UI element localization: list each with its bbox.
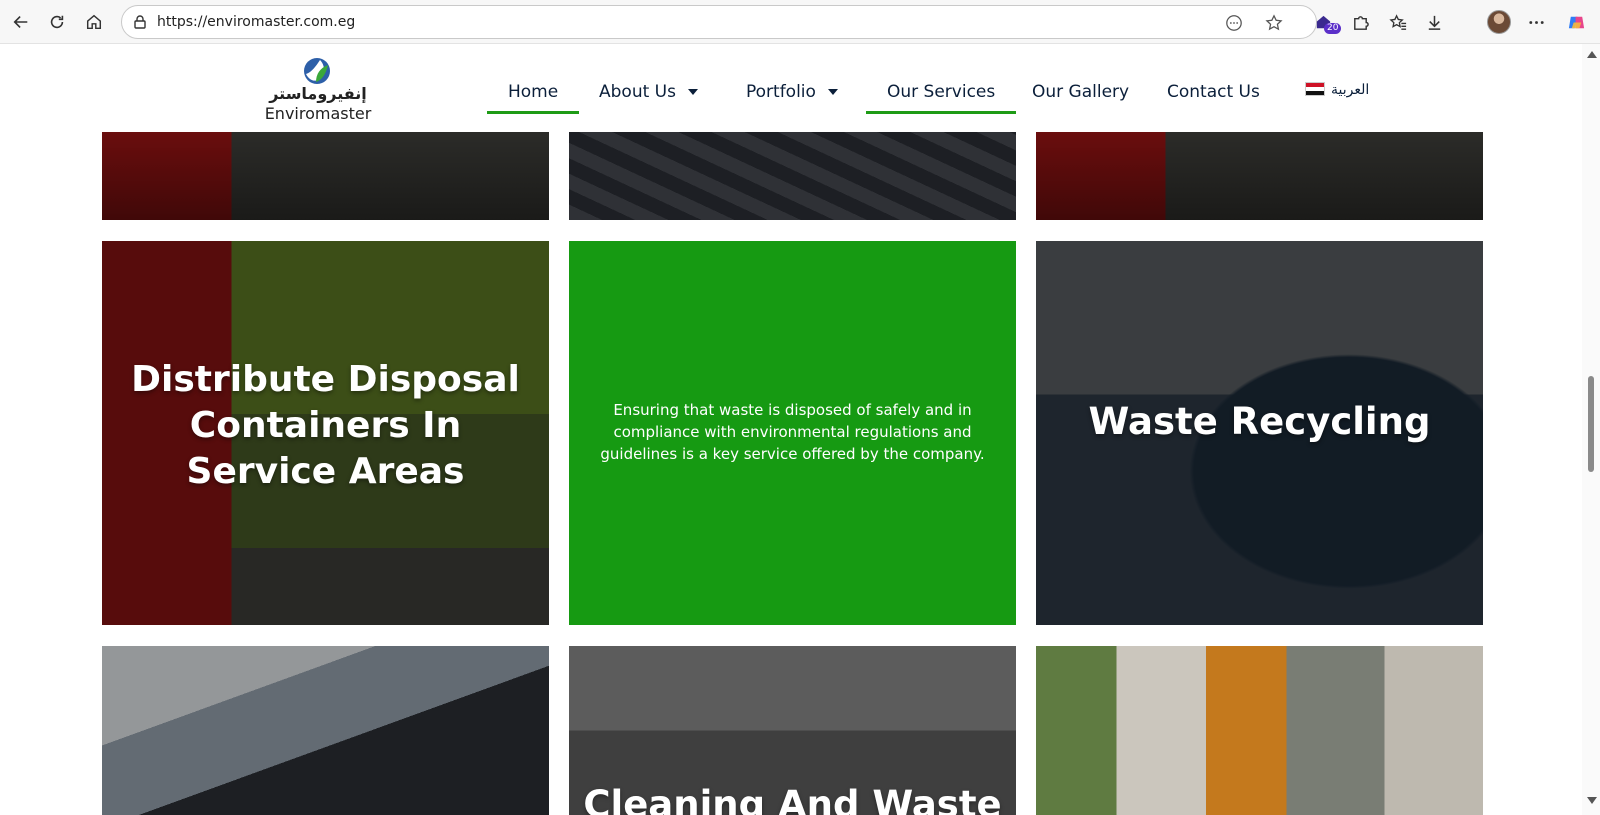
service-card-row1-1[interactable] — [102, 132, 549, 220]
nav-contact-label: Contact Us — [1167, 82, 1260, 102]
page-scrollbar[interactable] — [1582, 44, 1600, 815]
card-title: Cleaning And Waste — [583, 783, 1002, 815]
nav-home[interactable]: Home — [486, 74, 580, 114]
site-header: إنفيروماستر Enviromaster Home About Us P… — [0, 44, 1582, 132]
nav-about-label: About Us — [599, 82, 676, 102]
nav-services[interactable]: Our Services — [865, 74, 1017, 114]
logo-arabic-text: إنفيروماستر — [269, 84, 367, 103]
back-arrow-icon — [13, 16, 28, 28]
web-page: إنفيروماستر Enviromaster Home About Us P… — [0, 44, 1582, 815]
globe-leaf-icon — [304, 58, 330, 84]
copilot-icon[interactable] — [1563, 9, 1589, 35]
service-card-row3-street[interactable] — [1036, 646, 1483, 815]
profile-avatar[interactable] — [1487, 10, 1511, 34]
nav-about[interactable]: About Us — [599, 74, 698, 110]
nav-services-label: Our Services — [887, 82, 996, 102]
card-title: Distribute Disposal Containers In Servic… — [131, 359, 520, 492]
service-card-row1-3[interactable] — [1036, 132, 1483, 220]
card-description-text: Ensuring that waste is disposed of safel… — [600, 401, 985, 463]
site-info-icon[interactable] — [132, 14, 148, 30]
scroll-up-arrow[interactable] — [1587, 51, 1597, 58]
service-card-row1-2[interactable] — [569, 132, 1016, 220]
egypt-flag-icon — [1305, 82, 1325, 96]
favorite-star-icon[interactable] — [1263, 12, 1285, 34]
service-card-waste-recycling[interactable]: Waste Recycling — [1036, 241, 1483, 625]
scroll-down-arrow[interactable] — [1587, 797, 1597, 804]
nav-portfolio-label: Portfolio — [746, 82, 816, 102]
language-switcher[interactable]: العربية — [1305, 78, 1369, 100]
card-photo — [569, 132, 1016, 220]
home-icon — [86, 14, 102, 30]
language-label: العربية — [1331, 80, 1370, 97]
extension-badge: 20 — [1324, 23, 1342, 34]
nav-portfolio[interactable]: Portfolio — [746, 74, 838, 110]
browser-toolbar: https://enviromaster.com.eg 20 — [0, 0, 1600, 44]
service-card-cleaning[interactable]: Cleaning And Waste — [569, 646, 1016, 815]
service-card-row3-sorting[interactable] — [102, 646, 549, 815]
favorites-icon[interactable] — [1385, 9, 1411, 35]
enviromaster-logo[interactable]: إنفيروماستر Enviromaster — [262, 54, 374, 123]
logo-english-text: Enviromaster — [264, 104, 372, 123]
nav-gallery-label: Our Gallery — [1032, 82, 1130, 102]
settings-more-icon[interactable] — [1523, 9, 1549, 35]
service-card-distribute-containers[interactable]: Distribute Disposal Containers In Servic… — [102, 241, 549, 625]
service-card-description[interactable]: Ensuring that waste is disposed of safel… — [569, 241, 1016, 625]
chevron-down-icon — [687, 89, 698, 95]
nav-gallery[interactable]: Our Gallery — [1032, 74, 1129, 110]
nav-home-label: Home — [508, 82, 559, 102]
scroll-thumb[interactable] — [1588, 376, 1594, 472]
back-button[interactable] — [7, 8, 35, 36]
card-title: Waste Recycling — [1088, 400, 1431, 443]
downloads-icon[interactable] — [1421, 9, 1447, 35]
extension-icon[interactable]: 20 — [1310, 9, 1342, 35]
nav-contact[interactable]: Contact Us — [1167, 74, 1260, 110]
chevron-down-icon — [827, 89, 838, 95]
address-bar[interactable]: https://enviromaster.com.eg — [121, 5, 1317, 39]
reload-icon — [50, 15, 64, 29]
more-options-icon[interactable] — [1223, 12, 1245, 34]
extensions-puzzle-icon[interactable] — [1347, 9, 1373, 35]
reload-button[interactable] — [43, 8, 71, 36]
home-button[interactable] — [80, 8, 108, 36]
url-text[interactable]: https://enviromaster.com.eg — [157, 14, 355, 30]
